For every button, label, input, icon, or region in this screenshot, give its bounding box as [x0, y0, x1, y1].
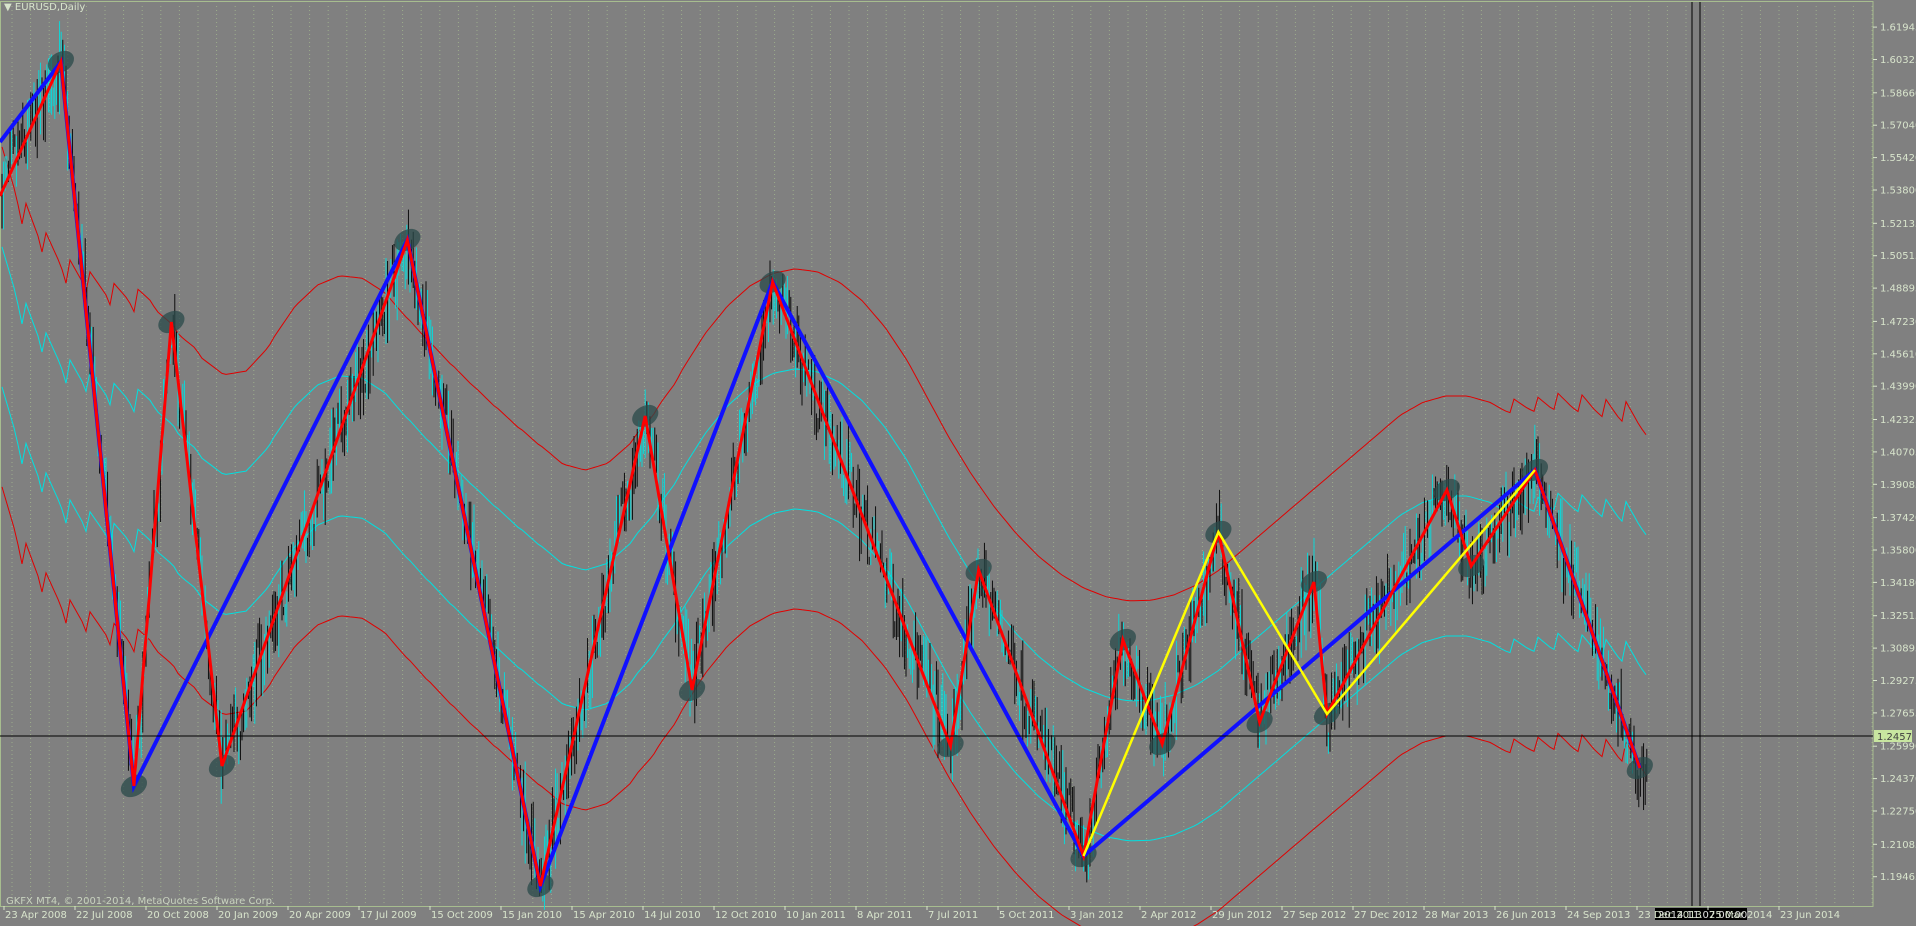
- y-tick-label: 1.52135: [1880, 219, 1916, 230]
- y-tick-label: 1.19465: [1880, 872, 1916, 883]
- x-tick-label: 28 Mar 2013: [1425, 910, 1488, 921]
- y-tick-label: 1.58660: [1880, 88, 1916, 99]
- y-tick-label: 1.53800: [1880, 186, 1916, 197]
- y-tick-label: 1.29275: [1880, 676, 1916, 687]
- y-tick-label: 1.27655: [1880, 708, 1916, 719]
- chart-symbol-label: EURUSD,Daily: [14, 2, 86, 13]
- y-tick-label: 1.57040: [1880, 121, 1916, 132]
- price-chart[interactable]: 1.24572014.11.07 00:00 1.619451.603251.5…: [0, 0, 1916, 926]
- x-tick-label: 23 Jun 2014: [1780, 910, 1840, 921]
- y-tick-label: 1.50515: [1880, 251, 1916, 262]
- y-tick-label: 1.35800: [1880, 546, 1916, 557]
- y-tick-label: 1.24370: [1880, 774, 1916, 785]
- x-tick-label: 8 Apr 2011: [857, 910, 912, 921]
- x-tick-label: 3 Jan 2012: [1070, 910, 1124, 921]
- x-tick-label: 7 Jul 2011: [928, 910, 978, 921]
- x-tick-label: 20 Jan 2009: [218, 910, 278, 921]
- y-tick-label: 1.43990: [1880, 382, 1916, 393]
- y-tick-label: 1.21085: [1880, 840, 1916, 851]
- x-tick-label: 24 Sep 2013: [1567, 910, 1630, 921]
- x-tick-label: 15 Jan 2010: [502, 910, 562, 921]
- copyright-text: GKFX MT4, © 2001-2014, MetaQuotes Softwa…: [6, 896, 276, 907]
- y-tick-label: 1.45610: [1880, 349, 1916, 360]
- y-tick-label: 1.32515: [1880, 611, 1916, 622]
- x-tick-label: 25 Mar 2014: [1709, 910, 1772, 921]
- x-tick-label: 10 Jan 2011: [786, 910, 846, 921]
- x-tick-label: 17 Jul 2009: [360, 910, 417, 921]
- y-tick-label: 1.25990: [1880, 742, 1916, 753]
- x-tick-label: 2 Apr 2012: [1141, 910, 1196, 921]
- y-tick-label: 1.42325: [1880, 415, 1916, 426]
- chart-background: [0, 0, 1916, 926]
- y-tick-label: 1.61945: [1880, 23, 1916, 34]
- x-tick-label: 23 Apr 2008: [5, 910, 67, 921]
- x-tick-label: 23 Dec 2013: [1638, 910, 1702, 921]
- x-tick-label: 14 Jul 2010: [644, 910, 701, 921]
- y-tick-label: 1.48895: [1880, 284, 1916, 295]
- y-tick-label: 1.47230: [1880, 317, 1916, 328]
- x-tick-label: 5 Oct 2011: [999, 910, 1054, 921]
- y-tick-label: 1.34180: [1880, 578, 1916, 589]
- chart-menu-glyph[interactable]: ▼: [4, 2, 12, 13]
- y-tick-label: 1.40705: [1880, 447, 1916, 458]
- y-tick-label: 1.30895: [1880, 644, 1916, 655]
- x-tick-label: 22 Jul 2008: [76, 910, 133, 921]
- x-tick-label: 12 Oct 2010: [715, 910, 777, 921]
- y-tick-label: 1.22750: [1880, 807, 1916, 818]
- x-tick-label: 26 Jun 2013: [1496, 910, 1556, 921]
- y-tick-label: 1.39085: [1880, 480, 1916, 491]
- chart-title[interactable]: ▼ EURUSD,Daily: [4, 2, 85, 13]
- y-tick-label: 1.37420: [1880, 513, 1916, 524]
- x-tick-label: 27 Dec 2012: [1354, 910, 1418, 921]
- x-tick-label: 20 Apr 2009: [289, 910, 351, 921]
- y-tick-label: 1.60325: [1880, 55, 1916, 66]
- x-tick-label: 29 Jun 2012: [1212, 910, 1272, 921]
- x-tick-label: 20 Oct 2008: [147, 910, 209, 921]
- x-tick-label: 15 Oct 2009: [431, 910, 493, 921]
- x-tick-label: 15 Apr 2010: [573, 910, 635, 921]
- x-tick-label: 27 Sep 2012: [1283, 910, 1346, 921]
- y-tick-label: 1.55420: [1880, 153, 1916, 164]
